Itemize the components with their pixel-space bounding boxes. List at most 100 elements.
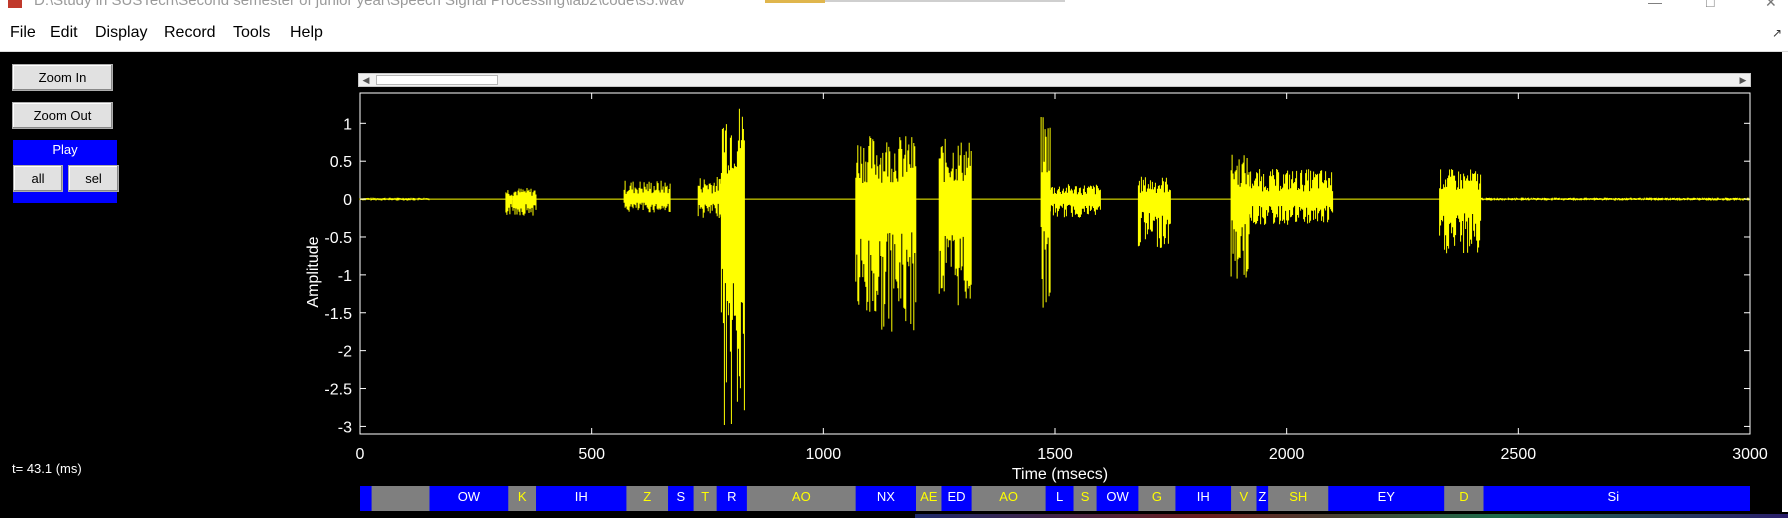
y-tick-label: -1.5 (324, 306, 352, 323)
x-tick-label: 2500 (1501, 446, 1537, 463)
phoneme-segment[interactable] (360, 486, 364, 511)
title-accent (765, 0, 825, 3)
phoneme-segment[interactable] (536, 486, 627, 511)
menu-display[interactable]: Display (95, 24, 147, 42)
phoneme-segment[interactable] (1138, 486, 1176, 511)
waveform-burst (1230, 154, 1250, 279)
phoneme-segment[interactable] (668, 486, 694, 511)
phoneme-segment[interactable] (371, 486, 430, 511)
phoneme-segment[interactable] (1073, 486, 1097, 511)
phoneme-segment[interactable] (693, 486, 717, 511)
time-scrollbar[interactable]: ◀ ▶ (358, 73, 1751, 87)
waveform-burst (359, 197, 430, 201)
phoneme-label: G (1152, 489, 1162, 504)
scroll-left-arrow-icon[interactable]: ◀ (359, 74, 373, 86)
phoneme-segment[interactable] (508, 486, 537, 511)
minimize-icon[interactable]: — (1648, 0, 1662, 10)
waveform-burst (1439, 169, 1482, 254)
x-tick-label: 3000 (1732, 446, 1768, 463)
phoneme-segment[interactable] (1483, 486, 1744, 511)
phoneme-label: Z (1258, 489, 1266, 504)
waveform-burst (697, 177, 722, 218)
phoneme-segment[interactable] (1231, 486, 1257, 511)
phoneme-label: OW (458, 489, 481, 504)
y-tick-label: -2 (338, 344, 352, 361)
phoneme-segment[interactable] (941, 486, 972, 511)
menu-edit[interactable]: Edit (50, 24, 78, 42)
phoneme-segment[interactable] (971, 486, 1046, 511)
y-tick-label: -2.5 (324, 382, 352, 399)
zoom-in-button[interactable]: Zoom In (12, 64, 113, 91)
title-bar: D:\Study in SUSTech\Second semester of j… (0, 0, 1788, 14)
phoneme-segment[interactable] (1045, 486, 1074, 511)
waveform-burst (1137, 176, 1171, 248)
x-tick-label: 1500 (1037, 446, 1073, 463)
play-selection-button[interactable]: sel (68, 165, 119, 192)
phoneme-segment[interactable] (746, 486, 856, 511)
phoneme-segment[interactable] (1256, 486, 1269, 511)
y-tick-label: -3 (338, 419, 352, 436)
phoneme-segment[interactable] (916, 486, 942, 511)
menu-file[interactable]: File (10, 24, 36, 42)
phoneme-segment[interactable] (1096, 486, 1139, 511)
title-accent-2 (825, 0, 1065, 2)
menu-record[interactable]: Record (164, 24, 216, 42)
phoneme-label: IH (575, 489, 588, 504)
matlab-icon (8, 0, 22, 8)
phoneme-label: EY (1378, 489, 1396, 504)
play-all-button[interactable]: all (13, 165, 63, 192)
maximize-icon[interactable]: □ (1706, 0, 1714, 10)
phoneme-segment[interactable] (1268, 486, 1329, 511)
phoneme-segment[interactable] (429, 486, 509, 511)
y-tick-label: 0.5 (330, 154, 352, 171)
phoneme-label: IH (1197, 489, 1210, 504)
play-label: Play (52, 142, 78, 157)
phoneme-label: AO (792, 489, 811, 504)
phoneme-label: Si (1608, 489, 1620, 504)
phoneme-segment[interactable] (855, 486, 916, 511)
y-tick-label: 0 (343, 192, 352, 209)
waveform-burst (720, 108, 745, 425)
phoneme-label: SH (1289, 489, 1307, 504)
phoneme-label: D (1459, 489, 1468, 504)
x-tick-label: 1000 (806, 446, 842, 463)
phoneme-label: L (1056, 489, 1063, 504)
phoneme-label: Z (643, 489, 651, 504)
menu-tools[interactable]: Tools (233, 24, 270, 42)
time-readout: t= 43.1 (ms) (12, 461, 82, 476)
plot-area (359, 92, 1751, 435)
phoneme-label: AO (999, 489, 1018, 504)
window-title: D:\Study in SUSTech\Second semester of j… (34, 0, 686, 9)
taskbar-strip (915, 514, 1788, 518)
scroll-thumb[interactable] (376, 75, 498, 85)
y-axis-label: Amplitude (305, 236, 322, 308)
phoneme-label: K (518, 489, 527, 504)
y-tick-label: -1 (338, 268, 352, 285)
x-tick-label: 500 (578, 446, 605, 463)
close-icon[interactable]: ✕ (1765, 0, 1777, 11)
phoneme-segment[interactable] (626, 486, 669, 511)
phoneme-segment[interactable] (1444, 486, 1484, 511)
scroll-right-arrow-icon[interactable]: ▶ (1736, 74, 1750, 86)
phoneme-segment[interactable] (1328, 486, 1445, 511)
phoneme-tier (360, 486, 1750, 511)
x-tick-label: 2000 (1269, 446, 1305, 463)
x-tick-label: 0 (356, 446, 365, 463)
phoneme-label: S (1081, 489, 1090, 504)
menu-help[interactable]: Help (290, 24, 323, 42)
y-tick-label: 1 (343, 116, 352, 133)
waveform-burst (1049, 184, 1101, 218)
waveform-burst (623, 180, 671, 213)
zoom-out-button[interactable]: Zoom Out (12, 102, 113, 129)
phoneme-label: OW (1106, 489, 1129, 504)
phoneme-label: ED (948, 489, 966, 504)
waveform-burst (855, 136, 917, 332)
phoneme-label: T (701, 489, 709, 504)
toolbar-arrow-icon[interactable]: ↗ (1772, 26, 1782, 40)
phoneme-label: V (1239, 489, 1248, 504)
phoneme-segment[interactable] (1175, 486, 1232, 511)
menu-bar: File Edit Display Record Tools Help ↗ (0, 14, 1788, 52)
phoneme-label: S (677, 489, 686, 504)
phoneme-segment[interactable] (716, 486, 747, 511)
waveform-burst (1480, 197, 1750, 201)
